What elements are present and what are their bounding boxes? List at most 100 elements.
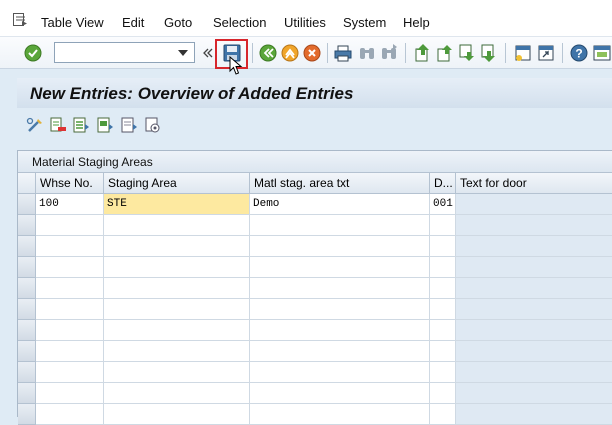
menu-icon[interactable] xyxy=(13,13,27,26)
row-selector[interactable] xyxy=(18,236,36,257)
cell-whse-no[interactable] xyxy=(36,362,104,383)
cell-matl-stag-area-txt[interactable] xyxy=(250,383,430,404)
cell-door[interactable] xyxy=(430,341,456,362)
find-next-icon[interactable] xyxy=(379,43,399,63)
enter-icon[interactable] xyxy=(23,43,43,63)
cell-door[interactable] xyxy=(430,404,456,425)
cell-door[interactable] xyxy=(430,320,456,341)
cell-staging-area[interactable] xyxy=(104,278,250,299)
help-icon[interactable]: ? xyxy=(569,43,589,63)
cell-matl-stag-area-txt[interactable] xyxy=(250,278,430,299)
cell-whse-no[interactable] xyxy=(36,278,104,299)
command-input[interactable] xyxy=(55,43,173,62)
select-all-icon[interactable] xyxy=(72,116,90,134)
exit-icon[interactable] xyxy=(280,43,300,63)
cell-whse-no[interactable]: 100 xyxy=(36,194,104,215)
cell-staging-area[interactable] xyxy=(104,257,250,278)
chevron-down-icon[interactable] xyxy=(178,50,188,56)
column-header-whse-no[interactable]: Whse No. xyxy=(36,173,104,194)
menu-utilities[interactable]: Utilities xyxy=(284,15,326,30)
row-selector[interactable] xyxy=(18,362,36,383)
cell-staging-area[interactable] xyxy=(104,362,250,383)
cell-text-for-door[interactable] xyxy=(456,320,612,341)
cell-door[interactable] xyxy=(430,236,456,257)
column-header-staging-area[interactable]: Staging Area xyxy=(104,173,250,194)
variant-icon[interactable] xyxy=(144,116,162,134)
cell-matl-stag-area-txt[interactable] xyxy=(250,257,430,278)
cell-door[interactable] xyxy=(430,215,456,236)
shortcut-icon[interactable] xyxy=(536,43,556,63)
menu-system[interactable]: System xyxy=(343,15,386,30)
cell-staging-area[interactable]: STE xyxy=(104,194,250,215)
cell-door[interactable] xyxy=(430,299,456,320)
column-header-door[interactable]: D... xyxy=(430,173,456,194)
menu-help[interactable]: Help xyxy=(403,15,430,30)
cell-staging-area[interactable] xyxy=(104,236,250,257)
cell-matl-stag-area-txt[interactable] xyxy=(250,341,430,362)
cell-whse-no[interactable] xyxy=(36,383,104,404)
cell-door[interactable] xyxy=(430,257,456,278)
column-header-text-for-door[interactable]: Text for door xyxy=(456,173,612,194)
cell-matl-stag-area-txt[interactable] xyxy=(250,236,430,257)
deselect-all-icon[interactable] xyxy=(120,116,138,134)
cell-text-for-door[interactable] xyxy=(456,236,612,257)
cell-door[interactable]: 001 xyxy=(430,194,456,215)
cell-matl-stag-area-txt[interactable] xyxy=(250,215,430,236)
row-selector[interactable] xyxy=(18,194,36,215)
column-header-matl-stag-area-txt[interactable]: Matl stag. area txt xyxy=(250,173,430,194)
cell-text-for-door[interactable] xyxy=(456,299,612,320)
cell-matl-stag-area-txt[interactable] xyxy=(250,362,430,383)
cell-whse-no[interactable] xyxy=(36,257,104,278)
row-selector[interactable] xyxy=(18,383,36,404)
cell-text-for-door[interactable] xyxy=(456,194,612,215)
cell-whse-no[interactable] xyxy=(36,215,104,236)
cell-staging-area[interactable] xyxy=(104,299,250,320)
cell-text-for-door[interactable] xyxy=(456,215,612,236)
cell-matl-stag-area-txt[interactable] xyxy=(250,320,430,341)
cell-text-for-door[interactable] xyxy=(456,362,612,383)
cell-staging-area[interactable] xyxy=(104,404,250,425)
cell-door[interactable] xyxy=(430,278,456,299)
cell-whse-no[interactable] xyxy=(36,320,104,341)
cell-staging-area[interactable] xyxy=(104,383,250,404)
menu-goto[interactable]: Goto xyxy=(164,15,192,30)
row-selector[interactable] xyxy=(18,404,36,425)
create-session-icon[interactable] xyxy=(513,43,533,63)
customize-layout-icon[interactable] xyxy=(592,43,612,63)
row-selector[interactable] xyxy=(18,257,36,278)
cell-matl-stag-area-txt[interactable] xyxy=(250,404,430,425)
back-nav-icon[interactable] xyxy=(202,43,214,63)
cell-door[interactable] xyxy=(430,383,456,404)
row-selector[interactable] xyxy=(18,215,36,236)
cancel-icon[interactable] xyxy=(302,43,322,63)
select-block-icon[interactable] xyxy=(96,116,114,134)
previous-page-icon[interactable] xyxy=(435,43,455,63)
row-selector[interactable] xyxy=(18,341,36,362)
command-field[interactable] xyxy=(54,42,195,63)
first-page-icon[interactable] xyxy=(413,43,433,63)
cell-matl-stag-area-txt[interactable] xyxy=(250,299,430,320)
cell-whse-no[interactable] xyxy=(36,236,104,257)
cell-text-for-door[interactable] xyxy=(456,257,612,278)
menu-selection[interactable]: Selection xyxy=(213,15,266,30)
select-all-rows-button[interactable] xyxy=(18,173,36,194)
cell-text-for-door[interactable] xyxy=(456,341,612,362)
next-page-icon[interactable] xyxy=(457,43,477,63)
cell-staging-area[interactable] xyxy=(104,341,250,362)
row-selector[interactable] xyxy=(18,278,36,299)
change-display-icon[interactable] xyxy=(26,116,44,134)
row-selector[interactable] xyxy=(18,299,36,320)
cell-text-for-door[interactable] xyxy=(456,278,612,299)
cell-staging-area[interactable] xyxy=(104,215,250,236)
menu-table-view[interactable]: Table View xyxy=(41,15,104,30)
delete-icon[interactable] xyxy=(49,116,67,134)
cell-whse-no[interactable] xyxy=(36,299,104,320)
cell-whse-no[interactable] xyxy=(36,341,104,362)
last-page-icon[interactable] xyxy=(479,43,499,63)
cell-text-for-door[interactable] xyxy=(456,383,612,404)
cell-matl-stag-area-txt[interactable]: Demo xyxy=(250,194,430,215)
cell-text-for-door[interactable] xyxy=(456,404,612,425)
cell-whse-no[interactable] xyxy=(36,404,104,425)
find-icon[interactable] xyxy=(357,43,377,63)
cell-staging-area[interactable] xyxy=(104,320,250,341)
